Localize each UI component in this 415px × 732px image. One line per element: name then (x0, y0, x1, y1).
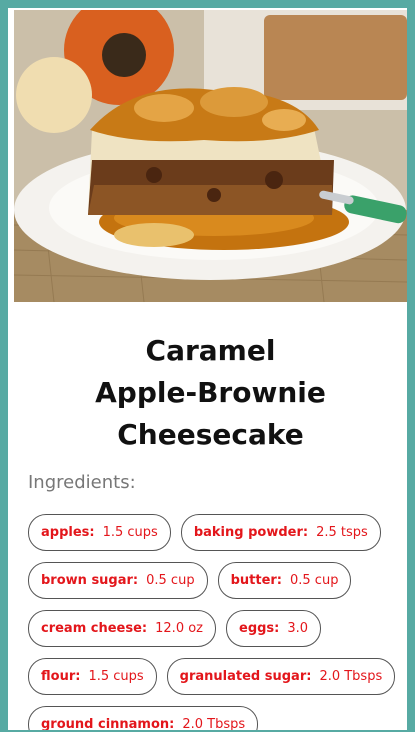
ingredient-chip-baking-powder[interactable]: baking powder: 2.5 tsps (180, 514, 381, 551)
ingredient-quantity: 1.5 cups (88, 669, 144, 684)
ingredient-name: cream cheese: (41, 621, 148, 636)
recipe-photo-illustration (14, 10, 407, 302)
ingredient-chip-apples[interactable]: apples: 1.5 cups (28, 514, 171, 551)
app-frame: Caramel Apple-Brownie Cheesecake Ingredi… (0, 0, 415, 732)
ingredient-name: granulated sugar: (179, 669, 312, 684)
ingredient-quantity: 2.0 Tbsps (182, 717, 246, 730)
ingredients-list: apples: 1.5 cups baking powder: 2.5 tsps… (28, 514, 403, 730)
ingredient-chip-brown-sugar[interactable]: brown sugar: 0.5 cup (28, 562, 208, 599)
ingredient-quantity: 3.0 (287, 621, 309, 636)
ingredient-chip-flour[interactable]: flour: 1.5 cups (28, 658, 157, 695)
ingredient-quantity: 12.0 oz (155, 621, 203, 636)
ingredient-quantity: 0.5 cup (290, 573, 339, 588)
ingredient-quantity: 2.0 Tbsps (319, 669, 383, 684)
ingredient-name: flour: (41, 669, 81, 684)
recipe-title-line-1: Caramel (145, 334, 276, 367)
ingredients-label: Ingredients: (28, 472, 136, 493)
ingredient-quantity: 2.5 tsps (316, 525, 368, 540)
ingredient-quantity: 0.5 cup (146, 573, 195, 588)
ingredient-chip-ground-cinnamon[interactable]: ground cinnamon: 2.0 Tbsps (28, 706, 259, 730)
recipe-photo (14, 10, 407, 302)
ingredient-chip-eggs[interactable]: eggs: 3.0 (226, 610, 322, 647)
ingredient-chip-cream-cheese[interactable]: cream cheese: 12.0 oz (28, 610, 216, 647)
ingredient-chip-butter[interactable]: butter: 0.5 cup (217, 562, 352, 599)
recipe-title-line-3: Cheesecake (117, 418, 304, 451)
recipe-title-line-2: Apple-Brownie (95, 376, 326, 409)
recipe-title: Caramel Apple-Brownie Cheesecake (14, 330, 407, 456)
ingredient-name: brown sugar: (41, 573, 139, 588)
ingredient-quantity: 1.5 cups (102, 525, 158, 540)
ingredient-chip-granulated-sugar[interactable]: granulated sugar: 2.0 Tbsps (166, 658, 396, 695)
ingredient-name: butter: (230, 573, 282, 588)
ingredient-name: ground cinnamon: (41, 717, 175, 730)
ingredient-name: baking powder: (193, 525, 309, 540)
recipe-card: Caramel Apple-Brownie Cheesecake Ingredi… (8, 8, 407, 730)
ingredient-name: eggs: (239, 621, 280, 636)
ingredient-name: apples: (41, 525, 95, 540)
